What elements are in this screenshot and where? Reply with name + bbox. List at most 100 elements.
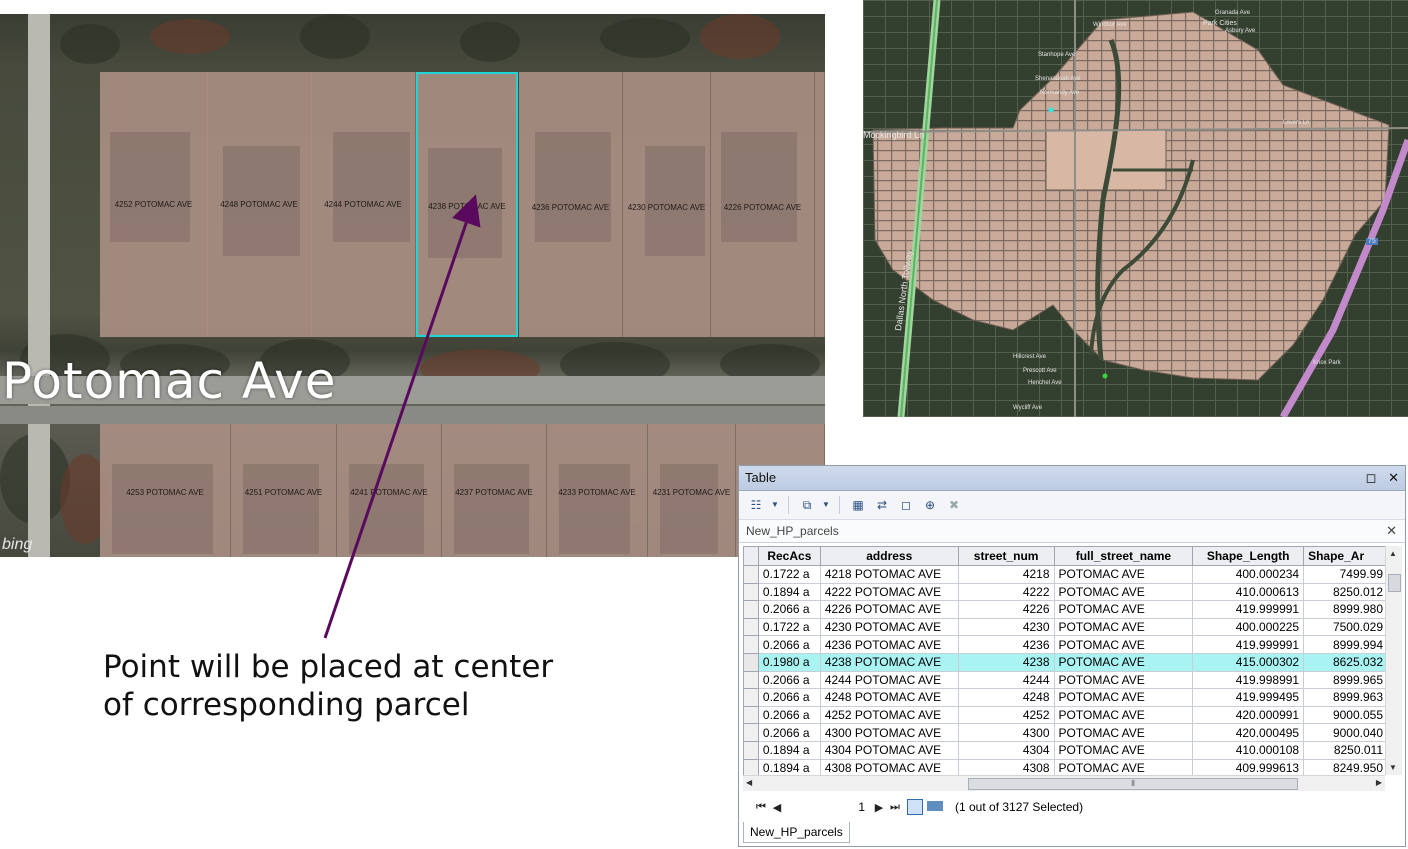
shape-area-cell[interactable]: 7500.029 <box>1303 617 1388 637</box>
row-selector[interactable] <box>743 670 759 690</box>
shape-length-cell[interactable]: 419.999991 <box>1192 600 1305 619</box>
previous-record-icon[interactable]: ◀ <box>769 801 785 814</box>
row-selector[interactable] <box>743 635 759 654</box>
shape-area-cell[interactable]: 8999.965 <box>1303 670 1388 690</box>
scroll-down-icon[interactable]: ▼ <box>1389 763 1397 772</box>
address-cell[interactable]: 4236 POTOMAC AVE <box>819 635 959 654</box>
last-record-icon[interactable]: ⏭ <box>887 801 903 814</box>
shape-area-cell[interactable]: 7499.99 <box>1303 565 1388 584</box>
show-all-records-icon[interactable] <box>907 799 923 815</box>
recacs-cell[interactable]: 0.2066 a <box>757 670 821 690</box>
shape-length-cell[interactable]: 419.998991 <box>1192 670 1305 690</box>
street-name-cell[interactable]: POTOMAC AVE <box>1053 617 1194 637</box>
street-num-cell[interactable]: 4308 <box>957 758 1055 775</box>
address-cell[interactable]: 4248 POTOMAC AVE <box>819 688 959 707</box>
shape-length-cell[interactable]: 415.000302 <box>1192 652 1305 672</box>
shape-length-cell[interactable]: 400.000225 <box>1192 617 1305 637</box>
address-cell[interactable]: 4226 POTOMAC AVE <box>819 600 959 619</box>
shape-area-cell[interactable]: 8999.963 <box>1303 688 1388 707</box>
row-selector[interactable] <box>743 723 759 742</box>
scroll-up-icon[interactable]: ▲ <box>1389 549 1397 558</box>
close-tab-icon[interactable]: ✕ <box>1386 520 1397 542</box>
address-cell[interactable]: 4252 POTOMAC AVE <box>819 705 959 725</box>
close-icon[interactable]: ✕ <box>1388 470 1399 485</box>
street-name-cell[interactable]: POTOMAC AVE <box>1053 582 1194 602</box>
table-row[interactable]: 0.1894 a 4308 POTOMAC AVE 4308 POTOMAC AVE 4… <box>743 758 1388 775</box>
shape-length-cell[interactable]: 400.000234 <box>1192 565 1305 584</box>
table-row[interactable]: 0.2066 a 4226 POTOMAC AVE 4226 POTOMAC AVE 4… <box>743 600 1388 619</box>
shape-area-cell[interactable]: 8999.980 <box>1303 600 1388 619</box>
attribute-grid[interactable]: RecAcs address street_num full_street_na… <box>743 546 1388 775</box>
street-name-cell[interactable]: POTOMAC AVE <box>1053 565 1194 584</box>
street-name-cell[interactable]: POTOMAC AVE <box>1053 723 1194 742</box>
row-selector[interactable] <box>743 565 759 584</box>
shape-length-cell[interactable]: 420.000495 <box>1192 723 1305 742</box>
shape-length-cell[interactable]: 409.999613 <box>1192 758 1305 775</box>
shape-area-cell[interactable]: 8625.032 <box>1303 652 1388 672</box>
street-num-cell[interactable]: 4252 <box>957 705 1055 725</box>
street-num-cell[interactable]: 4230 <box>957 617 1055 637</box>
recacs-cell[interactable]: 0.2066 a <box>757 723 821 742</box>
table-row[interactable]: 0.1980 a 4238 POTOMAC AVE 4238 POTOMAC AVE 4… <box>743 652 1388 672</box>
table-row[interactable]: 0.1722 a 4218 POTOMAC AVE 4218 POTOMAC AVE 4… <box>743 565 1388 584</box>
table-tab[interactable]: New_HP_parcels <box>743 822 850 843</box>
street-num-cell[interactable]: 4218 <box>957 565 1055 584</box>
recacs-cell[interactable]: 0.1722 a <box>757 617 821 637</box>
recacs-cell[interactable]: 0.1894 a <box>757 758 821 775</box>
recacs-cell[interactable]: 0.2066 a <box>757 688 821 707</box>
dropdown-arrow-icon[interactable]: ▼ <box>822 497 830 513</box>
scroll-left-icon[interactable]: ◀ <box>746 778 752 787</box>
column-header[interactable]: Shape_Length <box>1192 546 1305 566</box>
column-header[interactable]: full_street_name <box>1053 546 1194 566</box>
address-cell[interactable]: 4300 POTOMAC AVE <box>819 723 959 742</box>
row-selector[interactable] <box>743 688 759 707</box>
table-options-icon[interactable]: ☷ <box>747 497 765 513</box>
street-name-cell[interactable]: POTOMAC AVE <box>1053 740 1194 760</box>
street-num-cell[interactable]: 4222 <box>957 582 1055 602</box>
street-name-cell[interactable]: POTOMAC AVE <box>1053 688 1194 707</box>
scroll-thumb[interactable]: ⫴ <box>968 778 1298 790</box>
shape-area-cell[interactable]: 8999.994 <box>1303 635 1388 654</box>
row-selector[interactable] <box>743 758 759 775</box>
street-num-cell[interactable]: 4226 <box>957 600 1055 619</box>
row-selector[interactable] <box>743 617 759 637</box>
row-selector[interactable] <box>743 740 759 760</box>
select-by-attributes-icon[interactable]: ▦ <box>849 497 867 513</box>
address-cell[interactable]: 4244 POTOMAC AVE <box>819 670 959 690</box>
street-name-cell[interactable]: POTOMAC AVE <box>1053 635 1194 654</box>
recacs-cell[interactable]: 0.1980 a <box>757 652 821 672</box>
street-num-cell[interactable]: 4238 <box>957 652 1055 672</box>
recacs-cell[interactable]: 0.2066 a <box>757 705 821 725</box>
next-record-icon[interactable]: ▶ <box>871 801 887 814</box>
shape-area-cell[interactable]: 8249.950 <box>1303 758 1388 775</box>
recacs-cell[interactable]: 0.1894 a <box>757 582 821 602</box>
delete-selected-icon[interactable]: ✖ <box>945 497 963 513</box>
table-row[interactable]: 0.1894 a 4222 POTOMAC AVE 4222 POTOMAC AVE 4… <box>743 582 1388 602</box>
shape-area-cell[interactable]: 8250.011 <box>1303 740 1388 760</box>
street-name-cell[interactable]: POTOMAC AVE <box>1053 670 1194 690</box>
street-name-cell[interactable]: POTOMAC AVE <box>1053 600 1194 619</box>
table-row[interactable]: 0.2066 a 4248 POTOMAC AVE 4248 POTOMAC AVE 4… <box>743 688 1388 707</box>
show-selected-records-icon[interactable] <box>927 800 943 811</box>
recacs-cell[interactable]: 0.1722 a <box>757 565 821 584</box>
shape-length-cell[interactable]: 410.000613 <box>1192 582 1305 602</box>
clear-selection-icon[interactable]: ◻ <box>897 497 915 513</box>
table-window-titlebar[interactable]: Table ◻ ✕ <box>739 466 1405 491</box>
first-record-icon[interactable]: ⏮ <box>753 801 769 814</box>
address-cell[interactable]: 4218 POTOMAC AVE <box>819 565 959 584</box>
table-row[interactable]: 0.2066 a 4252 POTOMAC AVE 4252 POTOMAC AVE 4… <box>743 705 1388 725</box>
street-num-cell[interactable]: 4304 <box>957 740 1055 760</box>
maximize-icon[interactable]: ◻ <box>1366 470 1377 485</box>
row-selector-header[interactable] <box>743 546 759 566</box>
row-selector[interactable] <box>743 705 759 725</box>
column-header[interactable]: Shape_Ar <box>1303 546 1388 566</box>
street-name-cell[interactable]: POTOMAC AVE <box>1053 652 1194 672</box>
shape-length-cell[interactable]: 419.999495 <box>1192 688 1305 707</box>
table-row[interactable]: 0.1722 a 4230 POTOMAC AVE 4230 POTOMAC AVE 4… <box>743 617 1388 637</box>
street-name-cell[interactable]: POTOMAC AVE <box>1053 758 1194 775</box>
recacs-cell[interactable]: 0.2066 a <box>757 600 821 619</box>
switch-selection-icon[interactable]: ⇄ <box>873 497 891 513</box>
table-row[interactable]: 0.2066 a 4300 POTOMAC AVE 4300 POTOMAC AVE 4… <box>743 723 1388 742</box>
street-name-cell[interactable]: POTOMAC AVE <box>1053 705 1194 725</box>
address-cell[interactable]: 4304 POTOMAC AVE <box>819 740 959 760</box>
